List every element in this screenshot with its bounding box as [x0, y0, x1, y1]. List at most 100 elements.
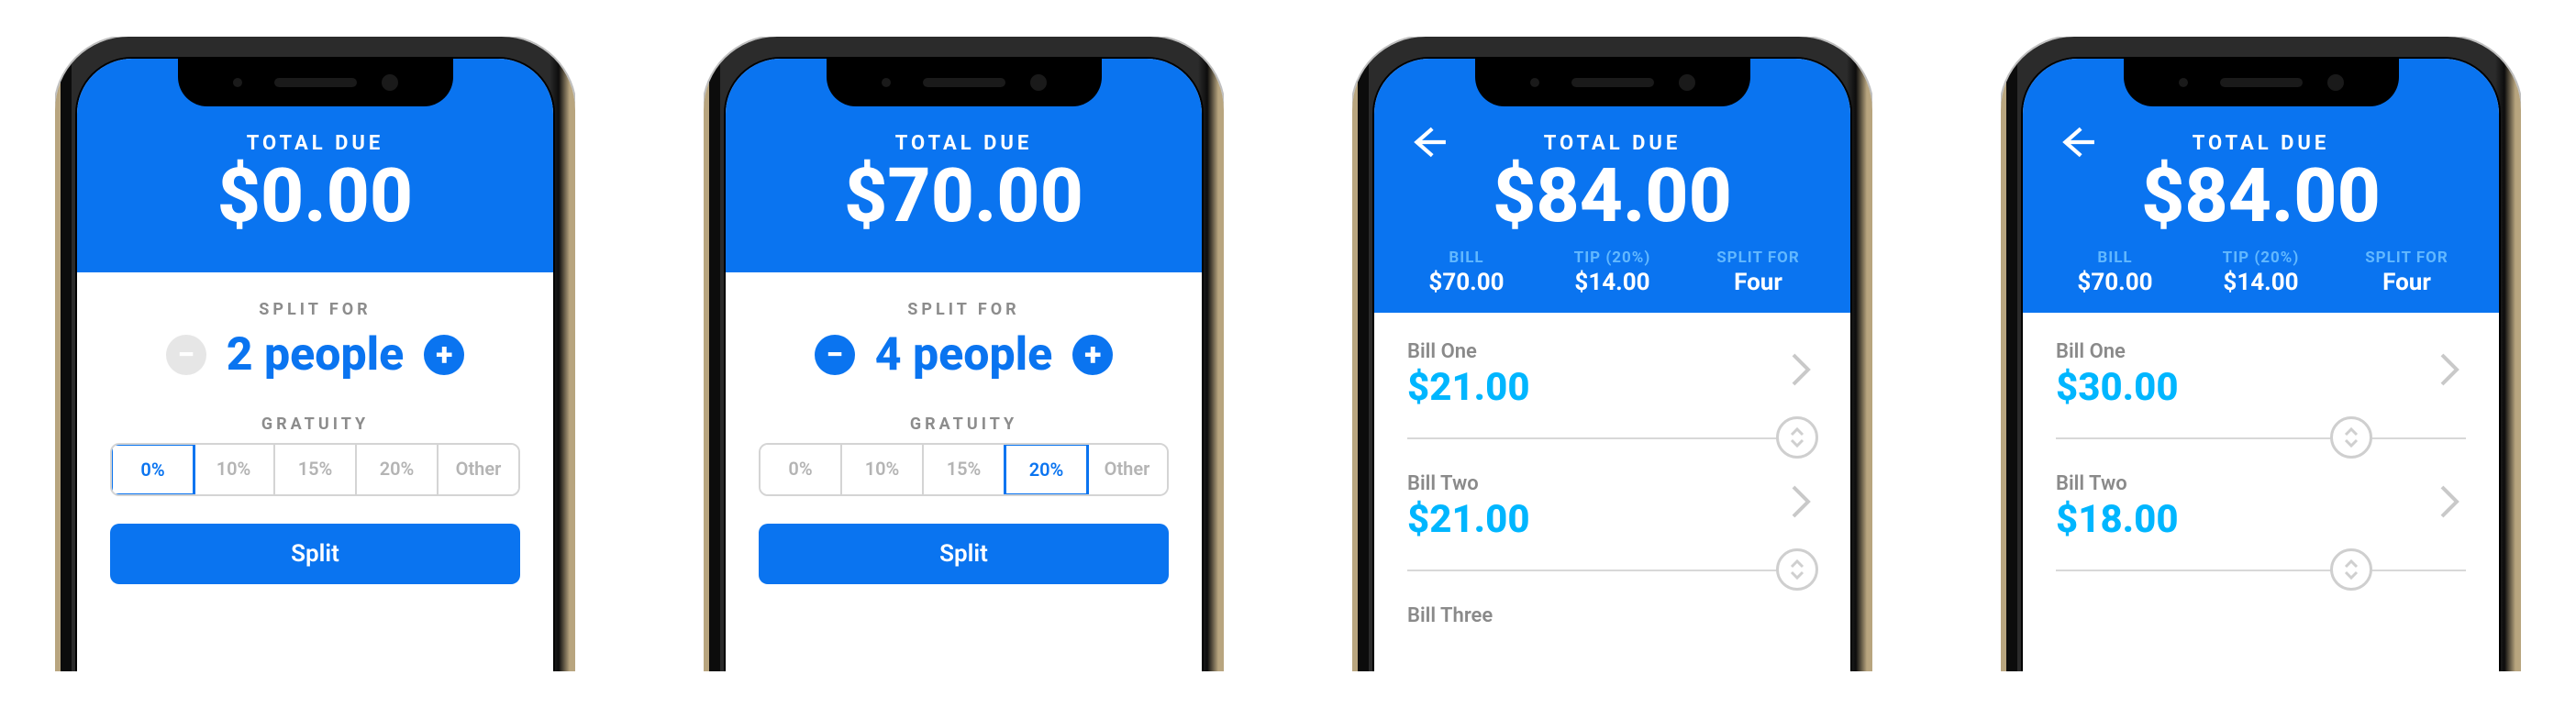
bill-slider[interactable] [2056, 548, 2466, 592]
chevron-down-icon [2344, 570, 2359, 580]
bill-name: Bill One [2056, 340, 2466, 363]
chevron-up-icon [1790, 559, 1804, 569]
device-notch [1475, 59, 1750, 106]
chevron-right-icon [1788, 351, 1814, 392]
back-button[interactable] [2058, 123, 2096, 165]
gratuity-option-10[interactable]: 10% [194, 445, 275, 494]
gratuity-segmented-control[interactable]: 0% 10% 15% 20% Other [110, 443, 520, 496]
breakdown-bill-label: BILL [1398, 249, 1535, 267]
decrease-people-button[interactable]: − [815, 335, 855, 375]
breakdown-split: SPLIT FOR Four [1690, 249, 1827, 296]
gratuity-option-10[interactable]: 10% [842, 445, 924, 494]
back-arrow-icon [1409, 123, 1448, 161]
decrease-people-button: − [166, 335, 206, 375]
gratuity-option-15[interactable]: 15% [275, 445, 357, 494]
split-for-label: SPLIT FOR [110, 300, 520, 319]
total-due-amount: $70.00 [726, 157, 1202, 236]
gratuity-option-15[interactable]: 15% [924, 445, 1005, 494]
gratuity-option-0[interactable]: 0% [110, 443, 195, 496]
breakdown-tip: TIP (20%) $14.00 [1544, 249, 1681, 296]
people-stepper: − 4 people + [759, 328, 1169, 382]
bill-row[interactable]: Bill Three [1407, 592, 1817, 633]
breakdown-tip-label: TIP (20%) [2193, 249, 2329, 267]
breakdown-tip-value: $14.00 [2193, 269, 2329, 296]
bill-slider[interactable] [2056, 415, 2466, 459]
breakdown-row: BILL $70.00 TIP (20%) $14.00 SPLIT FOR F… [1374, 236, 1850, 313]
back-arrow-icon [2058, 123, 2096, 161]
split-for-label: SPLIT FOR [759, 300, 1169, 319]
breakdown-tip-label: TIP (20%) [1544, 249, 1681, 267]
screen: TOTAL DUE $84.00 BILL $70.00 TIP (20%) $… [1374, 59, 1850, 671]
chevron-down-icon [1790, 438, 1804, 448]
breakdown-split-value: Four [2338, 269, 2475, 296]
bill-amount: $30.00 [2056, 365, 2466, 410]
chevron-up-icon [2344, 427, 2359, 437]
phone-mockup-1: TOTAL DUE $0.00 SPLIT FOR − 2 people + G… [55, 37, 575, 671]
chevron-right-icon [2437, 483, 2462, 524]
bill-row[interactable]: Bill Two $18.00 [2056, 459, 2466, 548]
bill-amount: $21.00 [1407, 365, 1817, 410]
people-stepper: − 2 people + [110, 328, 520, 382]
bill-name: Bill Two [1407, 472, 1817, 495]
phone-mockup-2: TOTAL DUE $70.00 SPLIT FOR − 4 people + … [704, 37, 1224, 671]
increase-people-button[interactable]: + [424, 335, 464, 375]
phone-mockup-4: TOTAL DUE $84.00 BILL $70.00 TIP (20%) $… [2001, 37, 2521, 671]
gratuity-option-other[interactable]: Other [439, 445, 518, 494]
device-notch [178, 59, 453, 106]
gratuity-option-20[interactable]: 20% [1004, 443, 1089, 496]
bill-slider[interactable] [1407, 548, 1817, 592]
breakdown-split-label: SPLIT FOR [1690, 249, 1827, 267]
breakdown-split-label: SPLIT FOR [2338, 249, 2475, 267]
chevron-right-icon [1788, 483, 1814, 524]
bill-name: Bill Three [1407, 604, 1817, 627]
total-due-amount: $84.00 [1374, 157, 1850, 236]
total-due-amount: $84.00 [2023, 157, 2499, 236]
bill-name: Bill One [1407, 340, 1817, 363]
chevron-up-icon [1790, 427, 1804, 437]
slider-track [1407, 437, 1817, 439]
slider-track [1407, 570, 1817, 571]
screen: TOTAL DUE $0.00 SPLIT FOR − 2 people + G… [77, 59, 553, 671]
breakdown-split-value: Four [1690, 269, 1827, 296]
chevron-down-icon [1790, 570, 1804, 580]
split-button[interactable]: Split [110, 524, 520, 584]
gratuity-label: GRATUITY [759, 415, 1169, 434]
breakdown-split: SPLIT FOR Four [2338, 249, 2475, 296]
bills-list: Bill One $30.00 Bill Two $18.00 [2023, 313, 2499, 592]
device-notch [2124, 59, 2399, 106]
slider-thumb[interactable] [1776, 548, 1818, 591]
slider-thumb[interactable] [2330, 416, 2372, 459]
bills-list: Bill One $21.00 Bill Two $21.00 [1374, 313, 1850, 633]
people-count: 4 people [875, 328, 1053, 382]
gratuity-label: GRATUITY [110, 415, 520, 434]
mockup-stage: TOTAL DUE $0.00 SPLIT FOR − 2 people + G… [0, 0, 2576, 708]
breakdown-bill-label: BILL [2047, 249, 2183, 267]
total-due-amount: $0.00 [77, 157, 553, 236]
slider-track [2056, 570, 2466, 571]
gratuity-option-20[interactable]: 20% [357, 445, 439, 494]
slider-thumb[interactable] [2330, 548, 2372, 591]
chevron-up-icon [2344, 559, 2359, 569]
gratuity-option-other[interactable]: Other [1087, 445, 1167, 494]
bill-slider[interactable] [1407, 415, 1817, 459]
slider-thumb[interactable] [1776, 416, 1818, 459]
slider-track [2056, 437, 2466, 439]
gratuity-segmented-control[interactable]: 0% 10% 15% 20% Other [759, 443, 1169, 496]
breakdown-tip-value: $14.00 [1544, 269, 1681, 296]
bill-row[interactable]: Bill One $21.00 [1407, 327, 1817, 415]
bill-row[interactable]: Bill One $30.00 [2056, 327, 2466, 415]
chevron-right-icon [2437, 351, 2462, 392]
gratuity-option-0[interactable]: 0% [761, 445, 842, 494]
phone-mockup-3: TOTAL DUE $84.00 BILL $70.00 TIP (20%) $… [1352, 37, 1872, 671]
chevron-down-icon [2344, 438, 2359, 448]
screen: TOTAL DUE $70.00 SPLIT FOR − 4 people + … [726, 59, 1202, 671]
breakdown-bill-value: $70.00 [2047, 269, 2183, 296]
people-count: 2 people [227, 328, 405, 382]
bill-amount: $18.00 [2056, 497, 2466, 542]
back-button[interactable] [1409, 123, 1448, 165]
bill-row[interactable]: Bill Two $21.00 [1407, 459, 1817, 548]
breakdown-bill: BILL $70.00 [2047, 249, 2183, 296]
bill-amount: $21.00 [1407, 497, 1817, 542]
split-button[interactable]: Split [759, 524, 1169, 584]
increase-people-button[interactable]: + [1072, 335, 1113, 375]
